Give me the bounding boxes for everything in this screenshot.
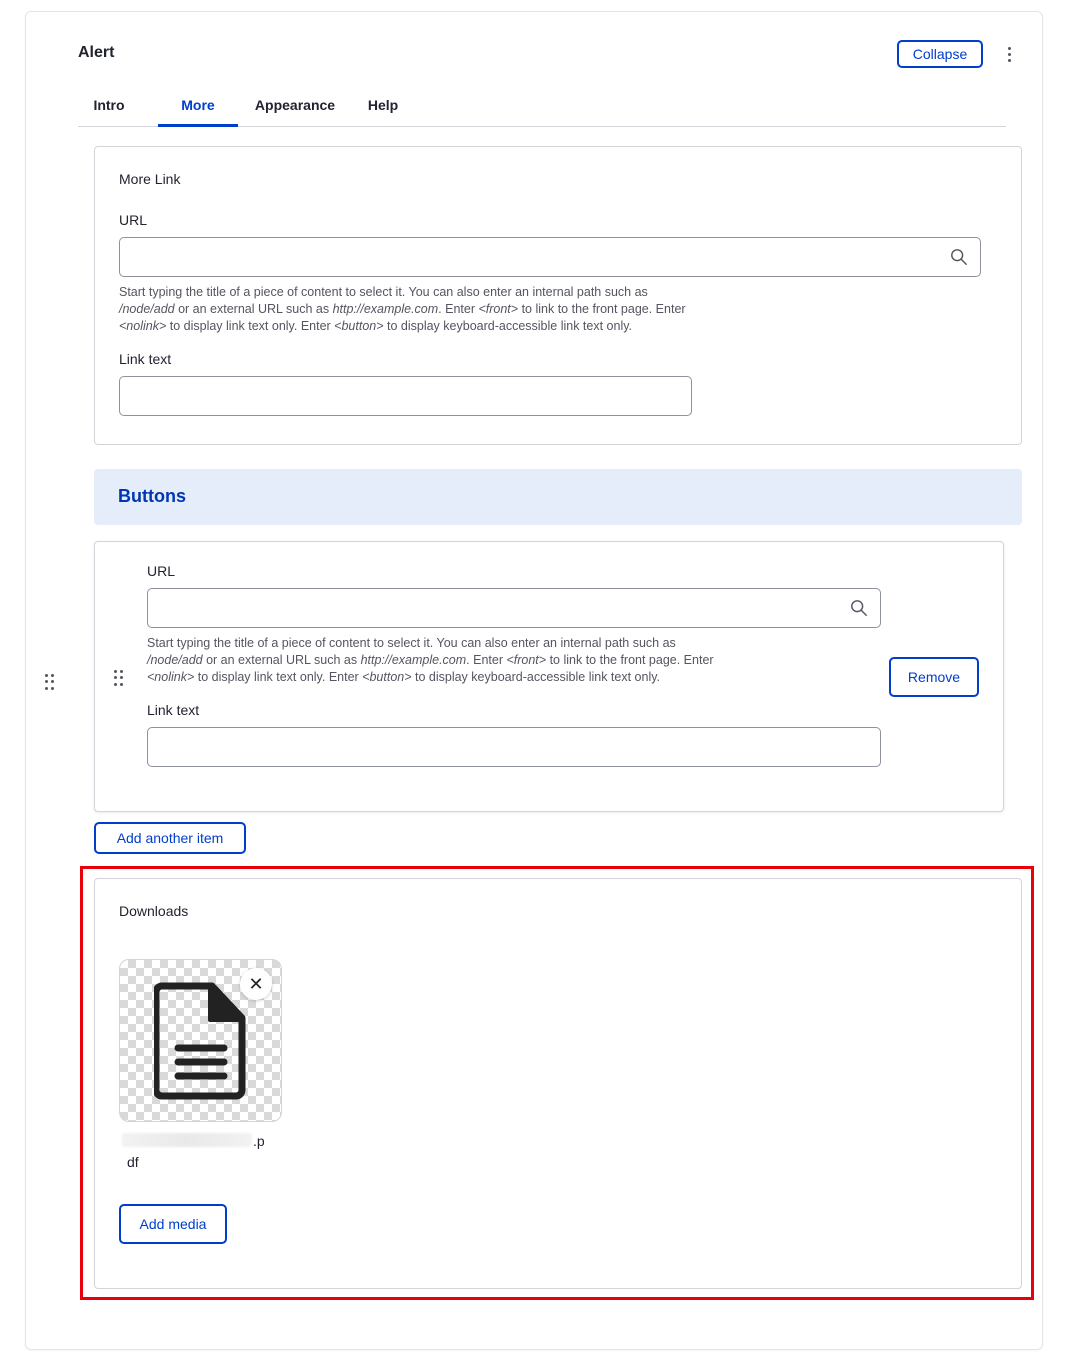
file-name-redacted bbox=[122, 1133, 252, 1147]
drag-handle-icon[interactable] bbox=[45, 674, 55, 690]
more-link-url-input[interactable] bbox=[119, 237, 981, 277]
more-link-title: More Link bbox=[119, 171, 181, 187]
button-link-text-label: Link text bbox=[147, 702, 200, 718]
button-url-description: Start typing the title of a piece of con… bbox=[147, 636, 714, 684]
collapse-button[interactable]: Collapse bbox=[897, 40, 983, 68]
add-media-button[interactable]: Add media bbox=[119, 1204, 227, 1244]
link-text-label: Link text bbox=[119, 351, 172, 367]
add-another-item-button[interactable]: Add another item bbox=[94, 822, 246, 854]
button-url-input[interactable] bbox=[147, 588, 881, 628]
url-description: Start typing the title of a piece of con… bbox=[119, 285, 686, 333]
document-icon bbox=[154, 982, 246, 1100]
tab-bar: Intro More Appearance Help bbox=[78, 82, 1006, 127]
tab-more[interactable]: More bbox=[158, 82, 238, 127]
kebab-icon[interactable] bbox=[1000, 42, 1018, 66]
file-ext-part1: .p bbox=[253, 1133, 265, 1149]
downloads-title: Downloads bbox=[119, 903, 189, 919]
url-label: URL bbox=[119, 212, 148, 228]
item-drag-handle-icon[interactable] bbox=[114, 670, 124, 686]
close-icon[interactable]: ✕ bbox=[240, 968, 272, 1000]
more-link-text-input[interactable] bbox=[119, 376, 692, 416]
button-url-label: URL bbox=[147, 563, 176, 579]
remove-button[interactable]: Remove bbox=[889, 657, 979, 697]
tab-intro[interactable]: Intro bbox=[78, 82, 140, 127]
search-icon bbox=[851, 600, 867, 616]
search-icon bbox=[951, 249, 967, 265]
file-ext-part2: df bbox=[127, 1154, 139, 1170]
buttons-section-header[interactable]: Buttons bbox=[94, 469, 1022, 525]
button-link-text-input[interactable] bbox=[147, 727, 881, 767]
tab-help[interactable]: Help bbox=[358, 82, 408, 127]
tab-appearance[interactable]: Appearance bbox=[248, 82, 342, 127]
card-title: Alert bbox=[78, 44, 115, 61]
buttons-title: Buttons bbox=[118, 486, 186, 506]
